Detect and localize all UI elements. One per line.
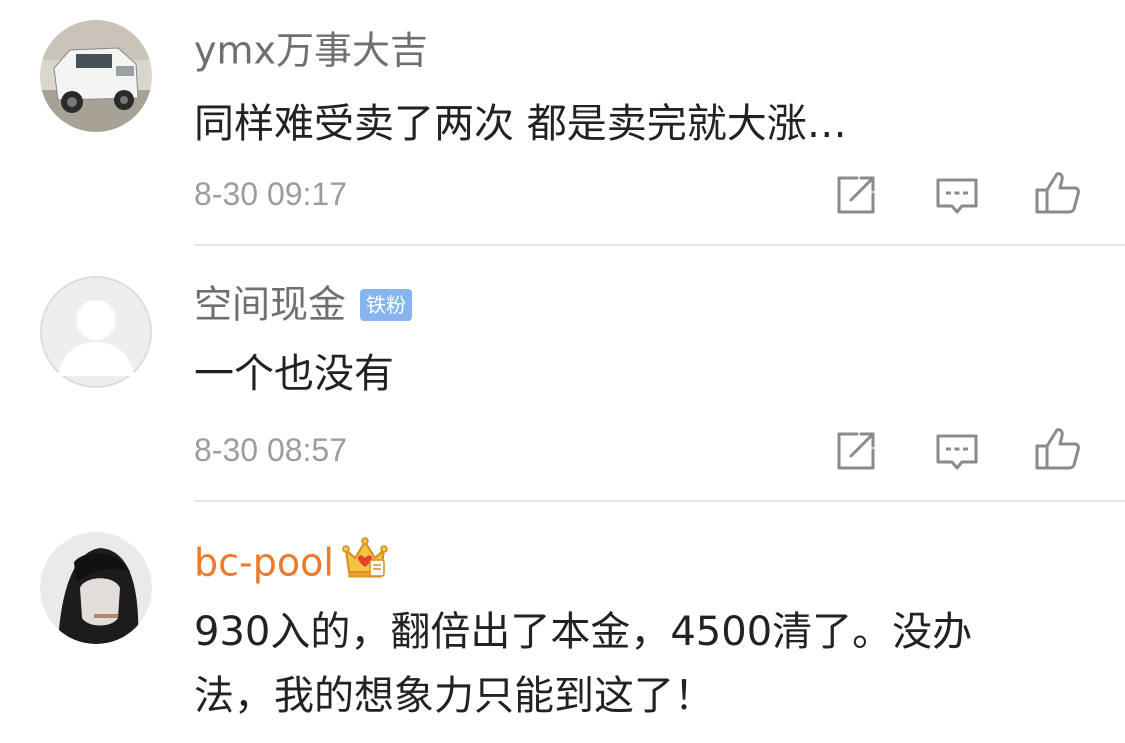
username-text[interactable]: bc-pool xyxy=(194,541,334,585)
comment-text: 一个也没有 xyxy=(194,351,394,397)
comment-text: 930入的，翻倍出了本金，4500清了。没办 法，我的想象力只能到这了！ xyxy=(194,600,1114,728)
username[interactable]: ymx万事大吉 xyxy=(194,26,428,73)
crown-icon xyxy=(342,536,388,589)
divider xyxy=(194,244,1125,246)
username[interactable]: bc-pool xyxy=(194,536,388,589)
username-text[interactable]: 空间现金 xyxy=(194,283,346,327)
username-text[interactable]: ymx万事大吉 xyxy=(194,29,428,73)
comment-text: 同样难受卖了两次 都是卖完就大涨… xyxy=(194,101,847,147)
edit-icon[interactable] xyxy=(831,170,881,220)
comment-icon[interactable] xyxy=(932,170,982,220)
avatar[interactable] xyxy=(40,20,152,132)
avatar[interactable] xyxy=(40,276,152,388)
comment-text-line: 930入的，翻倍出了本金，4500清了。没办 xyxy=(194,609,973,655)
fan-badge: 铁粉 xyxy=(360,288,413,321)
comment-text-line: 法，我的想象力只能到这了！ xyxy=(194,673,714,719)
timestamp: 8-30 09:17 xyxy=(194,176,348,212)
avatar[interactable] xyxy=(40,532,152,644)
timestamp: 8-30 08:57 xyxy=(194,432,348,468)
comment-icon[interactable] xyxy=(932,426,982,476)
edit-icon[interactable] xyxy=(831,426,881,476)
like-icon[interactable] xyxy=(1033,424,1083,474)
divider xyxy=(194,500,1125,502)
username[interactable]: 空间现金 铁粉 xyxy=(194,280,413,327)
like-icon[interactable] xyxy=(1033,168,1083,218)
